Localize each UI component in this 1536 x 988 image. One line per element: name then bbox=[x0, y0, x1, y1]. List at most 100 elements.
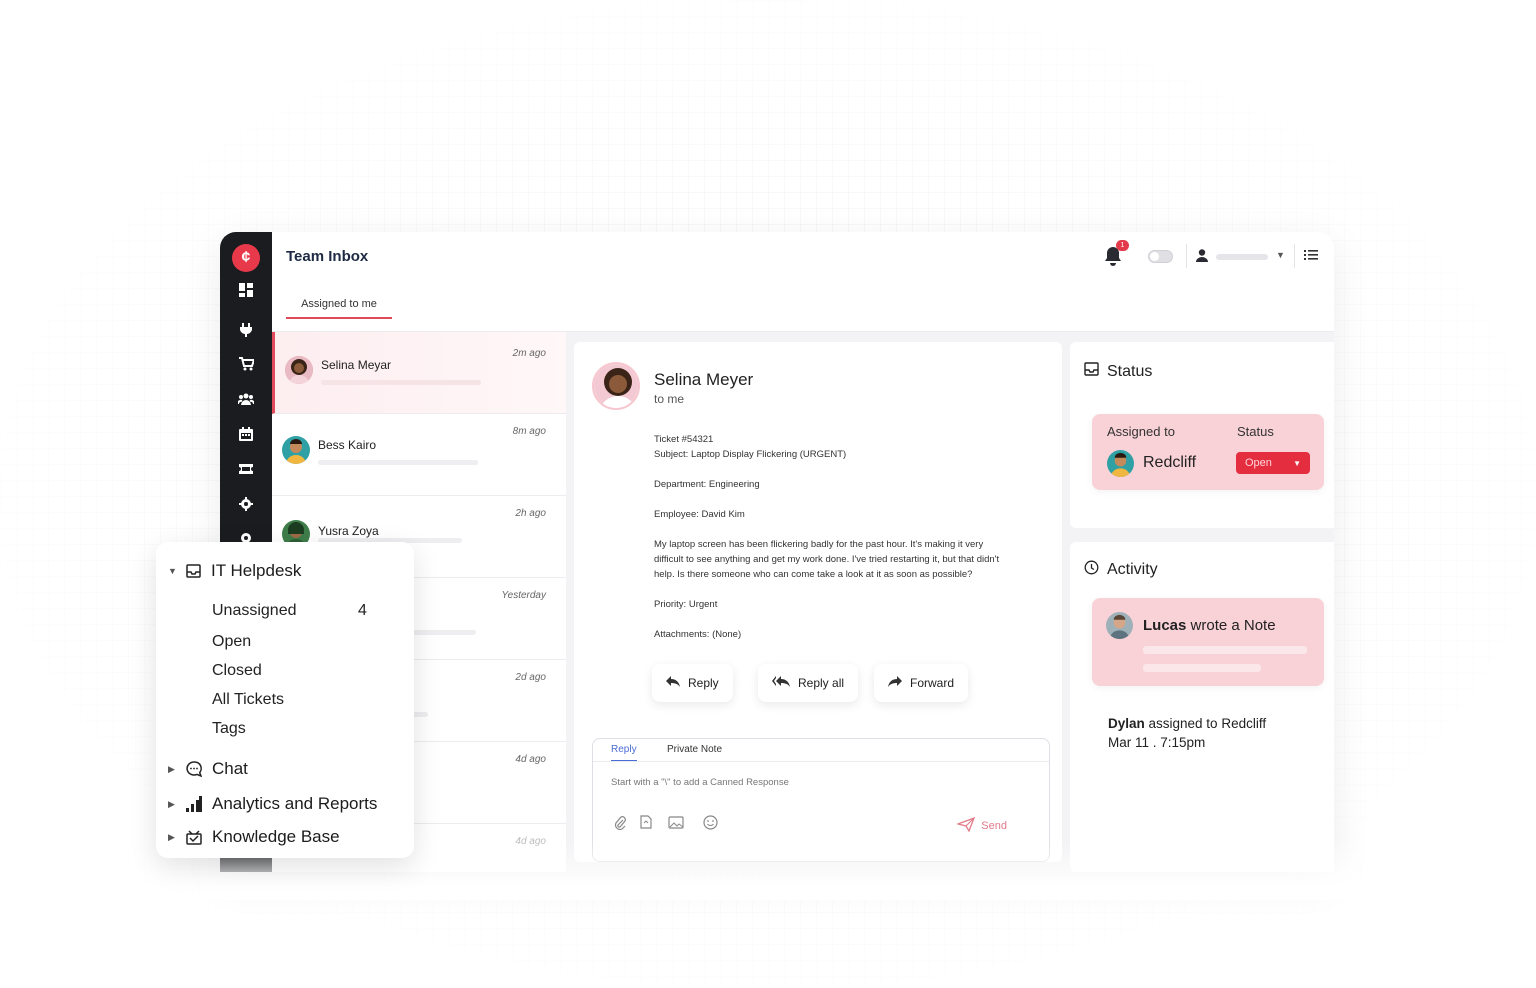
activity-event: Dylan assigned to Redcliff bbox=[1108, 716, 1266, 731]
ticket-time: 2d ago bbox=[515, 672, 546, 683]
nav-group-knowledge-base[interactable]: Knowledge Base bbox=[186, 827, 340, 847]
ticket-department: Department: Engineering bbox=[654, 479, 760, 490]
message-body: help. Is there someone who can come take… bbox=[654, 569, 973, 580]
bar-chart-icon bbox=[186, 796, 202, 812]
emoji-icon[interactable] bbox=[701, 813, 719, 831]
caret-down-icon[interactable]: ▼ bbox=[168, 566, 177, 576]
inbox-icon bbox=[186, 564, 201, 578]
forward-label: Forward bbox=[910, 676, 955, 690]
user-icon[interactable] bbox=[1196, 249, 1208, 267]
nav-group-label: IT Helpdesk bbox=[211, 561, 302, 580]
attachment-icon[interactable] bbox=[611, 813, 629, 831]
message-body: My laptop screen has been flickering bad… bbox=[654, 539, 984, 550]
divider bbox=[593, 761, 1049, 762]
team-icon[interactable] bbox=[236, 389, 256, 409]
chat-icon bbox=[186, 761, 202, 777]
nav-item-open[interactable]: Open bbox=[212, 633, 251, 651]
nav-kb-label: Knowledge Base bbox=[212, 827, 340, 846]
reply-label: Reply bbox=[688, 676, 719, 690]
gear-icon[interactable] bbox=[236, 494, 256, 514]
reply-all-button[interactable]: Reply all bbox=[758, 664, 859, 702]
tab-reply[interactable]: Reply bbox=[611, 744, 637, 762]
tab-assigned-to-me[interactable]: Assigned to me bbox=[286, 298, 392, 319]
compose-input[interactable]: Start with a "\" to add a Canned Respons… bbox=[611, 777, 789, 788]
activity-note-text: Lucas wrote a Note bbox=[1143, 617, 1276, 634]
ticket-preview-placeholder bbox=[412, 630, 476, 635]
dashboard-icon[interactable] bbox=[236, 280, 256, 300]
send-button[interactable]: Send bbox=[956, 816, 1007, 835]
nav-chat-label: Chat bbox=[212, 759, 248, 778]
ticket-time: 2m ago bbox=[512, 348, 546, 359]
nav-group-it-helpdesk[interactable]: IT Helpdesk bbox=[186, 561, 301, 581]
app-logo[interactable]: ¢ bbox=[232, 244, 260, 272]
ticket-time: 4d ago bbox=[515, 754, 546, 765]
send-icon bbox=[956, 816, 976, 835]
nav-item-closed[interactable]: Closed bbox=[212, 662, 262, 680]
forward-button[interactable]: Forward bbox=[874, 664, 969, 702]
ticket-attachments: Attachments: (None) bbox=[654, 629, 742, 640]
plug-icon[interactable] bbox=[236, 320, 256, 340]
status-label: Status bbox=[1237, 424, 1274, 439]
status-value: Open bbox=[1245, 457, 1272, 469]
menu-list-icon[interactable] bbox=[1304, 248, 1318, 266]
activity-panel: Activity Lucas wrote a Note Dylan assign… bbox=[1070, 542, 1334, 872]
caret-right-icon[interactable]: ▶ bbox=[168, 764, 175, 775]
note-placeholder bbox=[1143, 664, 1261, 672]
ticket-sender: Yusra Zoya bbox=[318, 524, 379, 538]
note-placeholder bbox=[1143, 646, 1307, 654]
ticket-time: 8m ago bbox=[512, 426, 546, 437]
divider bbox=[1294, 244, 1295, 268]
cart-icon[interactable] bbox=[236, 354, 256, 374]
helpdesk-nav-card: ▼ IT Helpdesk Unassigned 4 Open Closed A… bbox=[156, 542, 414, 858]
ticket-preview-placeholder bbox=[321, 380, 481, 385]
nav-item-all-tickets[interactable]: All Tickets bbox=[212, 691, 284, 709]
status-dropdown[interactable]: Open ▼ bbox=[1236, 452, 1310, 474]
inbox-icon bbox=[1084, 362, 1099, 381]
message-body: difficult to see anything and get my wor… bbox=[654, 554, 1000, 565]
nav-group-chat[interactable]: Chat bbox=[186, 759, 248, 779]
assigned-to-label: Assigned to bbox=[1107, 424, 1175, 439]
tab-private-note[interactable]: Private Note bbox=[667, 744, 722, 760]
send-label: Send bbox=[981, 820, 1007, 832]
activity-note-card[interactable]: Lucas wrote a Note bbox=[1092, 598, 1324, 686]
chevron-down-icon[interactable]: ▼ bbox=[1276, 250, 1285, 260]
availability-toggle[interactable] bbox=[1148, 250, 1173, 263]
sender-avatar bbox=[592, 362, 640, 410]
nav-group-analytics[interactable]: Analytics and Reports bbox=[186, 794, 377, 814]
status-card: Assigned to Status Redcliff Open ▼ bbox=[1092, 414, 1324, 490]
unassigned-count: 4 bbox=[358, 602, 367, 619]
caret-right-icon[interactable]: ▶ bbox=[168, 832, 175, 843]
ticket-row[interactable]: Bess Kairo 8m ago bbox=[272, 414, 566, 496]
ticket-sender: Selina Meyar bbox=[321, 358, 392, 372]
ticket-employee: Employee: David Kim bbox=[654, 509, 745, 520]
ticket-row[interactable]: Selina Meyar 2m ago bbox=[272, 332, 566, 414]
file-icon[interactable] bbox=[637, 813, 655, 831]
note-actor: Lucas bbox=[1143, 617, 1187, 634]
status-title: Status bbox=[1107, 362, 1153, 380]
clock-icon bbox=[1084, 560, 1099, 580]
top-bar: Team Inbox Assigned to me 1 ▼ bbox=[272, 232, 1334, 332]
assignee-avatar bbox=[1107, 450, 1134, 477]
recipient: to me bbox=[654, 392, 685, 406]
reply-button[interactable]: Reply bbox=[652, 664, 733, 702]
knowledge-base-icon bbox=[186, 829, 202, 845]
assignee-name[interactable]: Redcliff bbox=[1143, 454, 1196, 472]
nav-item-tags[interactable]: Tags bbox=[212, 720, 246, 738]
ticket-time: 2h ago bbox=[515, 508, 546, 519]
nav-item-unassigned[interactable]: Unassigned bbox=[212, 602, 297, 620]
ticket-number: Ticket #54321 bbox=[654, 434, 714, 445]
caret-right-icon[interactable]: ▶ bbox=[168, 799, 175, 810]
avatar bbox=[282, 436, 310, 464]
ticket-icon[interactable] bbox=[236, 459, 256, 479]
calendar-icon[interactable] bbox=[236, 424, 256, 444]
image-icon[interactable] bbox=[667, 813, 685, 831]
activity-title: Activity bbox=[1107, 561, 1158, 578]
chevron-down-icon: ▼ bbox=[1293, 458, 1301, 468]
note-text: wrote a Note bbox=[1186, 617, 1276, 634]
ticket-preview-placeholder bbox=[318, 460, 478, 465]
ticket-priority: Priority: Urgent bbox=[654, 599, 718, 610]
ticket-time: Yesterday bbox=[501, 590, 546, 601]
avatar bbox=[285, 356, 313, 384]
actor-avatar bbox=[1106, 612, 1133, 639]
ticket-subject: Subject: Laptop Display Flickering (URGE… bbox=[654, 449, 847, 460]
